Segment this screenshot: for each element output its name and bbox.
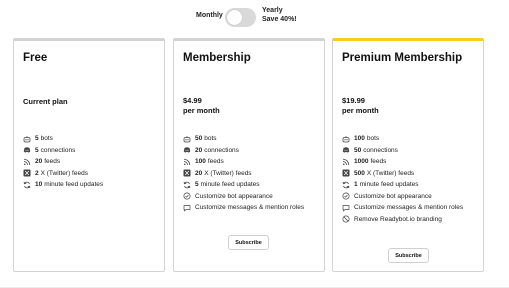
bot-icon [22,134,31,143]
feature-quantity: 5 [195,181,199,189]
feature-text: bots [204,135,217,143]
feature-item: Customize bot appearance [182,191,304,203]
feature-quantity: 1000 [354,158,369,166]
discord-icon [341,146,350,155]
price-amount: $4.99 [183,96,202,105]
feature-item: 5 minute feed updates [182,179,304,191]
feature-quantity: 1 [354,181,358,189]
feature-item: 5 bots [22,133,103,145]
billing-period-switch[interactable] [225,8,256,27]
feature-quantity: 20 [35,158,43,166]
discord-icon [182,146,191,155]
feature-text: minute feed updates [359,181,419,189]
plan-card-free: Free Current plan 5 bots 5 connections 20 fee… [13,38,165,272]
discord-icon [22,146,31,155]
check-circle-icon [341,192,350,201]
current-plan-label: Current plan [23,97,68,106]
feature-item: 10 minute feed updates [22,179,103,191]
plan-title: Premium Membership [342,52,463,64]
feature-text: connections [204,146,239,154]
feature-item: 100 bots [341,133,463,145]
rss-icon [341,157,350,166]
price-period: per month [183,106,220,115]
feature-text: minute feed updates [44,181,104,189]
bot-icon [341,134,350,143]
feature-text: minute feed updates [200,181,260,189]
refresh-icon [182,180,191,189]
feature-item: 20 connections [182,145,304,157]
feature-text: X (Twitter) feeds [366,169,415,177]
feature-list: 50 bots 20 connections 100 feeds 20 X (Twitter)… [182,133,304,214]
feature-text: Customize messages & mention roles [354,204,464,212]
check-circle-icon [182,192,191,201]
feature-quantity: 20 [195,169,203,177]
feature-item: 50 connections [341,145,463,157]
subscribe-button[interactable]: Subscribe [228,235,269,250]
feature-text: feeds [44,158,61,166]
feature-quantity: 50 [354,146,362,154]
feature-quantity: 100 [195,158,206,166]
x-twitter-icon [22,169,31,178]
switch-knob [227,10,242,25]
feature-item: 500 X (Twitter) feeds [341,168,463,180]
feature-text: feeds [370,158,387,166]
feature-quantity: 100 [354,135,365,143]
feature-item: 1000 feeds [341,156,463,168]
bot-icon [182,134,191,143]
feature-list: 100 bots 50 connections 1000 feeds 500 X (Twitt… [341,133,463,225]
price-amount: $19.99 [342,96,365,105]
no-branding-icon [341,215,350,224]
price-period: per month [342,106,379,115]
x-twitter-icon [182,169,191,178]
feature-item: 100 feeds [182,156,304,168]
feature-text: Customize bot appearance [354,192,432,200]
plan-title: Free [23,52,48,64]
feature-item: 20 X (Twitter) feeds [182,168,304,180]
plan-price: $4.99 per month [183,96,220,116]
feature-text: connections [363,146,398,154]
feature-text: feeds [207,158,224,166]
refresh-icon [341,180,350,189]
feature-item: 5 connections [22,145,103,157]
feature-text: Customize messages & mention roles [195,204,305,212]
x-twitter-icon [341,169,350,178]
feature-item: 1 minute feed updates [341,179,463,191]
feature-text: X (Twitter) feeds [40,169,88,177]
feature-item: Remove Readybot.io branding [341,214,463,226]
feature-item: Customize bot appearance [341,191,463,203]
feature-quantity: 10 [35,181,43,189]
feature-list: 5 bots 5 connections 20 feeds 2 X (Twitter) fee… [22,133,103,191]
feature-item: Customize messages & mention roles [182,202,304,214]
yearly-label[interactable]: Yearly [262,7,283,14]
rss-icon [22,157,31,166]
monthly-label[interactable]: Monthly [196,12,223,19]
plan-card-membership: Membership $4.99 per month 50 bots 20 conne… [173,38,325,272]
feature-quantity: 5 [35,135,39,143]
feature-item: 2X (Twitter) feeds [22,168,103,180]
feature-text: connections [40,146,76,154]
rss-icon [182,157,191,166]
feature-quantity: 500 [354,169,365,177]
feature-item: 50 bots [182,133,304,145]
feature-item: 20 feeds [22,156,103,168]
feature-text: X (Twitter) feeds [204,169,252,177]
feature-quantity: 50 [195,135,203,143]
message-icon [182,203,191,212]
feature-text: bots [366,135,380,143]
feature-item: Customize messages & mention roles [341,202,463,214]
plan-title: Membership [183,52,251,64]
feature-text: Remove Readybot.io branding [354,215,442,223]
feature-quantity: 2 [35,169,39,177]
plan-card-premium: Premium Membership $19.99 per month 100 b… [332,38,484,272]
feature-text: bots [40,135,53,143]
feature-quantity: 5 [35,146,39,154]
plan-price: $19.99 per month [342,96,379,116]
subscribe-button[interactable]: Subscribe [388,248,429,263]
refresh-icon [22,180,31,189]
message-icon [341,203,350,212]
feature-text: Customize bot appearance [195,192,273,200]
feature-quantity: 20 [195,146,203,154]
billing-toggle-row: Monthly Yearly Save 40%! [0,5,509,27]
yearly-savings-label: Save 40%! [262,16,297,23]
